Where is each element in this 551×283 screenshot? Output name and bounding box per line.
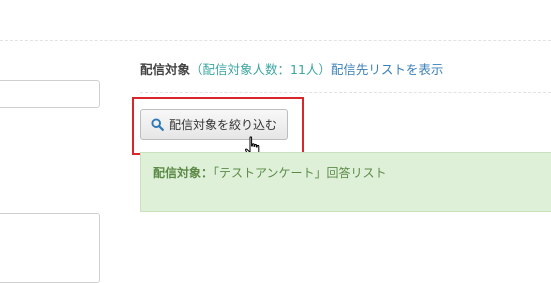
alert-value: 「テストアンケート」回答リスト	[213, 166, 387, 180]
text-input[interactable]	[0, 80, 100, 108]
delivery-target-count: （配信対象人数：11人）	[190, 62, 331, 77]
filter-target-button[interactable]: 配信対象を絞り込む	[140, 109, 288, 140]
delivery-target-alert: 配信対象：「テストアンケート」回答リスト	[140, 152, 551, 212]
alert-label: 配信対象：	[153, 166, 214, 180]
section-divider-2	[140, 92, 551, 93]
search-icon	[151, 118, 164, 131]
section-divider	[0, 40, 551, 41]
textarea-field[interactable]	[0, 213, 100, 283]
show-delivery-list-link[interactable]: 配信先リストを表示	[331, 62, 444, 77]
delivery-target-line: 配信対象（配信対象人数：11人）配信先リストを表示	[140, 59, 443, 78]
filter-target-button-label: 配信対象を絞り込む	[169, 118, 278, 132]
delivery-target-label: 配信対象	[140, 62, 191, 77]
